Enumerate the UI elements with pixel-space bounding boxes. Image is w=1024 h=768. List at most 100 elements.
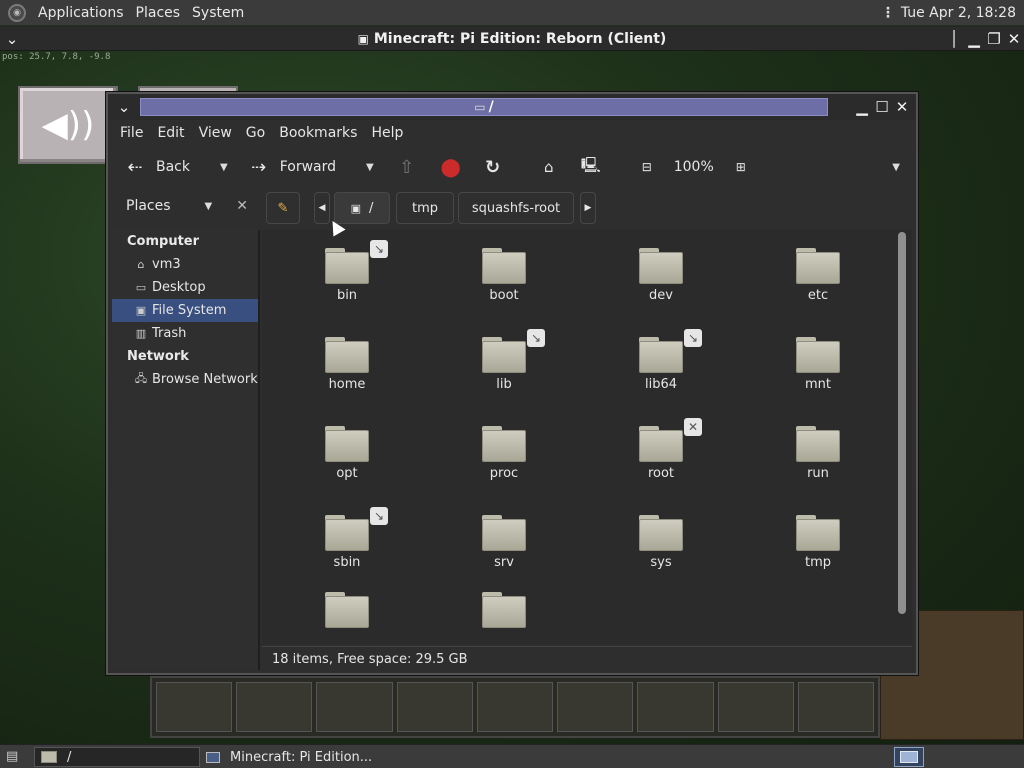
game-folder-icon: ▣ [357,31,369,46]
forward-button[interactable]: ⇢ Forward [246,154,336,180]
breadcrumb-root[interactable]: ▣ / [334,192,390,224]
breadcrumb-squashfs-root[interactable]: squashfs-root [458,192,574,224]
sidebar-header-computer: Computer [127,234,200,249]
folder-item[interactable]: ✕ root [596,408,726,492]
folder-item[interactable]: tmp [753,497,883,581]
file-grid[interactable]: ↘ bin boot dev etc home ↘ lib ↘ lib64 mn… [262,230,912,644]
sidebar-item-vm3[interactable]: ⌂ vm3 [112,253,258,276]
menu-bookmarks[interactable]: Bookmarks [279,125,357,141]
crumb-scroll-right[interactable]: ▶ [580,192,596,224]
hotbar-slot[interactable] [236,682,313,732]
sound-button[interactable]: ◀)) [18,86,118,164]
back-history-dropdown-icon[interactable]: ▼ [220,162,228,173]
folder-icon [482,515,526,551]
menu-system[interactable]: System [192,5,244,21]
zoom-in-icon[interactable]: ⊞ [728,154,754,180]
folder-item[interactable]: ↘ bin [282,230,412,314]
show-desktop-icon[interactable]: ▤ [6,749,18,764]
places-sidebar: Computer ⌂ vm3 ▭ Desktop ▣ File System ▥… [112,230,260,670]
breadcrumb-tmp[interactable]: tmp [396,192,454,224]
folder-item[interactable]: ↘ lib64 [596,319,726,403]
menu-edit[interactable]: Edit [157,125,184,141]
stop-icon[interactable]: ⬤ [438,154,464,180]
hotbar-slot[interactable] [396,682,473,732]
crumb-scroll-left[interactable]: ◀ [314,192,330,224]
folder-item[interactable]: run [753,408,883,492]
sidebar-item-desktop[interactable]: ▭ Desktop [112,276,258,299]
folder-item[interactable]: srv [439,497,569,581]
game-window-title: ▣ Minecraft: Pi Edition: Reborn (Client) [357,30,667,47]
workspace-icon [900,751,918,763]
symlink-emblem-icon: ↘ [527,329,545,347]
symlink-emblem-icon: ↘ [370,507,388,525]
home-folder-icon: ⌂ [137,258,145,271]
minimize-icon[interactable]: ▁ [852,97,872,117]
folder-item[interactable]: ↘ sbin [282,497,412,581]
sidebar-item-browse-network[interactable]: 🖧 Browse Network [112,368,258,391]
toggle-location-entry-button[interactable]: ✎ [266,192,300,224]
toolbar-overflow-icon[interactable]: ▼ [892,162,900,173]
folder-item[interactable]: mnt [753,319,883,403]
sidebar-item-file-system[interactable]: ▣ File System [112,299,258,322]
folder-item[interactable]: opt [282,408,412,492]
game-window-titlebar[interactable]: ⌄ ▣ Minecraft: Pi Edition: Reborn (Clien… [0,27,1024,51]
file-manager-window: ⌄ ▭ / ▁ ☐ ✕ File Edit View Go Bookmarks … [106,92,918,675]
hotbar[interactable] [150,676,880,738]
zoom-out-icon[interactable]: ⊟ [634,154,660,180]
folder-item[interactable]: proc [439,408,569,492]
folder-item[interactable]: ↘ lib [439,319,569,403]
vertical-scrollbar[interactable] [898,232,906,614]
taskbar-item-file-manager[interactable]: / [34,747,200,767]
close-sidepane-icon[interactable]: ✕ [236,198,248,214]
network-icon: 🖧 [134,372,148,385]
forward-history-dropdown-icon[interactable]: ▼ [366,162,374,173]
menu-go[interactable]: Go [246,125,265,141]
menu-file[interactable]: File [120,125,143,141]
zoom-level: 100% [673,159,714,175]
folder-item[interactable]: sys [596,497,726,581]
hotbar-slot[interactable] [637,682,714,732]
menu-view[interactable]: View [199,125,232,141]
up-arrow-icon[interactable]: ⇧ [394,154,420,180]
close-icon[interactable]: ✕ [892,97,912,117]
folder-icon [41,751,57,763]
distro-logo-icon[interactable]: ◉ [8,3,26,22]
status-bar: 18 items, Free space: 29.5 GB [262,646,912,672]
top-panel: ◉ Applications Places System ⋮ Tue Apr 2… [0,0,1024,26]
folder-item[interactable]: etc [753,230,883,314]
hotbar-slot[interactable] [717,682,794,732]
back-button[interactable]: ⇠ Back [122,154,190,180]
folder-item[interactable]: home [282,319,412,403]
chevron-down-icon: ▼ [204,200,213,212]
computer-icon[interactable]: 🖳 [578,154,604,180]
taskbar-item-minecraft[interactable]: Minecraft: Pi Edition... [206,747,446,767]
folder-icon [325,592,369,628]
side-pane-selector[interactable]: Places ▼ ✕ [112,188,254,224]
hotbar-slot[interactable] [316,682,393,732]
hotbar-slot[interactable] [476,682,554,732]
menu-applications[interactable]: Applications [38,5,124,21]
hotbar-slot[interactable] [156,682,233,732]
window-menu-icon[interactable]: ⌄ [114,97,134,117]
symlink-emblem-icon: ↘ [684,329,702,347]
hotbar-slot[interactable] [557,682,634,732]
workspace-switcher[interactable] [894,747,924,767]
clock[interactable]: Tue Apr 2, 18:28 [901,5,1016,21]
folder-icon [796,337,840,373]
window-icon [206,751,220,763]
scrollbar-thumb[interactable] [898,232,906,614]
menu-places[interactable]: Places [136,5,181,21]
sidebar-item-trash[interactable]: ▥ Trash [112,322,258,345]
maximize-icon[interactable]: ☐ [872,97,892,117]
home-icon[interactable]: ⌂ [536,154,562,180]
menu-help[interactable]: Help [371,125,403,141]
folder-item[interactable]: dev [596,230,726,314]
fm-titlebar[interactable]: ⌄ ▭ / ▁ ☐ ✕ [108,94,916,120]
folder-item[interactable]: boot [439,230,569,314]
back-arrow-icon: ⇠ [127,156,143,178]
edit-icon: ✎ [277,200,289,216]
panel-handle-icon[interactable]: ⋮ [881,5,895,21]
reload-icon[interactable]: ↻ [480,154,506,180]
chevron-left-icon: ◀ [318,203,326,213]
hotbar-slot[interactable] [797,682,874,732]
